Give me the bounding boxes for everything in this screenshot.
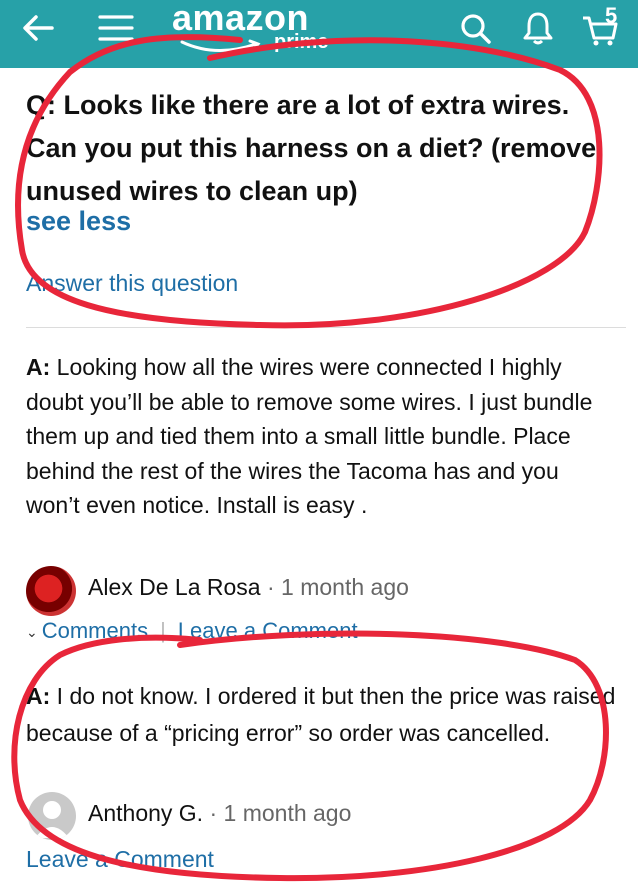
- top-navigation-bar: amazon prime 5: [0, 0, 638, 68]
- amazon-smile-icon: [180, 39, 261, 53]
- author-name[interactable]: Anthony G.: [88, 800, 203, 826]
- answer-author: Alex De La Rosa · 1 month ago: [88, 574, 409, 601]
- leave-comment-link[interactable]: Leave a Comment: [26, 846, 214, 873]
- answer-author: Anthony G. · 1 month ago: [88, 800, 351, 827]
- separator: |: [160, 618, 166, 643]
- search-icon[interactable]: [456, 8, 496, 48]
- answer-prefix: A:: [26, 354, 51, 380]
- question-text: Q: Looks like there are a lot of extra w…: [26, 90, 597, 206]
- comment-actions: ⌄ Comments | Leave a Comment: [26, 618, 358, 644]
- back-arrow-icon[interactable]: [18, 8, 58, 48]
- see-less-link[interactable]: see less: [26, 206, 131, 237]
- prime-label: prime: [274, 31, 329, 53]
- answer-time: · 1 month ago: [260, 574, 409, 600]
- comments-link[interactable]: Comments: [42, 618, 148, 643]
- answer-time: · 1 month ago: [203, 800, 352, 826]
- answer-this-question-link[interactable]: Answer this question: [26, 270, 238, 297]
- answer-text: A: Looking how all the wires were connec…: [26, 350, 616, 523]
- annotation-circle-answer: [11, 630, 609, 882]
- avatar[interactable]: [28, 792, 76, 840]
- notification-bell-icon[interactable]: [518, 8, 558, 48]
- author-name[interactable]: Alex De La Rosa: [88, 574, 261, 600]
- cart-count-badge: 5: [605, 3, 618, 28]
- default-user-icon: [35, 801, 69, 838]
- answer-body: I do not know. I ordered it but then the…: [26, 683, 616, 746]
- answer-body: Looking how all the wires were connected…: [26, 354, 593, 519]
- answer-text: A: I do not know. I ordered it but then …: [26, 678, 616, 752]
- menu-icon[interactable]: [96, 8, 136, 48]
- divider: [26, 327, 626, 328]
- leave-comment-link[interactable]: Leave a Comment: [178, 618, 358, 643]
- avatar[interactable]: [26, 566, 76, 616]
- chevron-down-icon[interactable]: ⌄: [26, 624, 38, 640]
- answer-prefix: A:: [26, 683, 51, 709]
